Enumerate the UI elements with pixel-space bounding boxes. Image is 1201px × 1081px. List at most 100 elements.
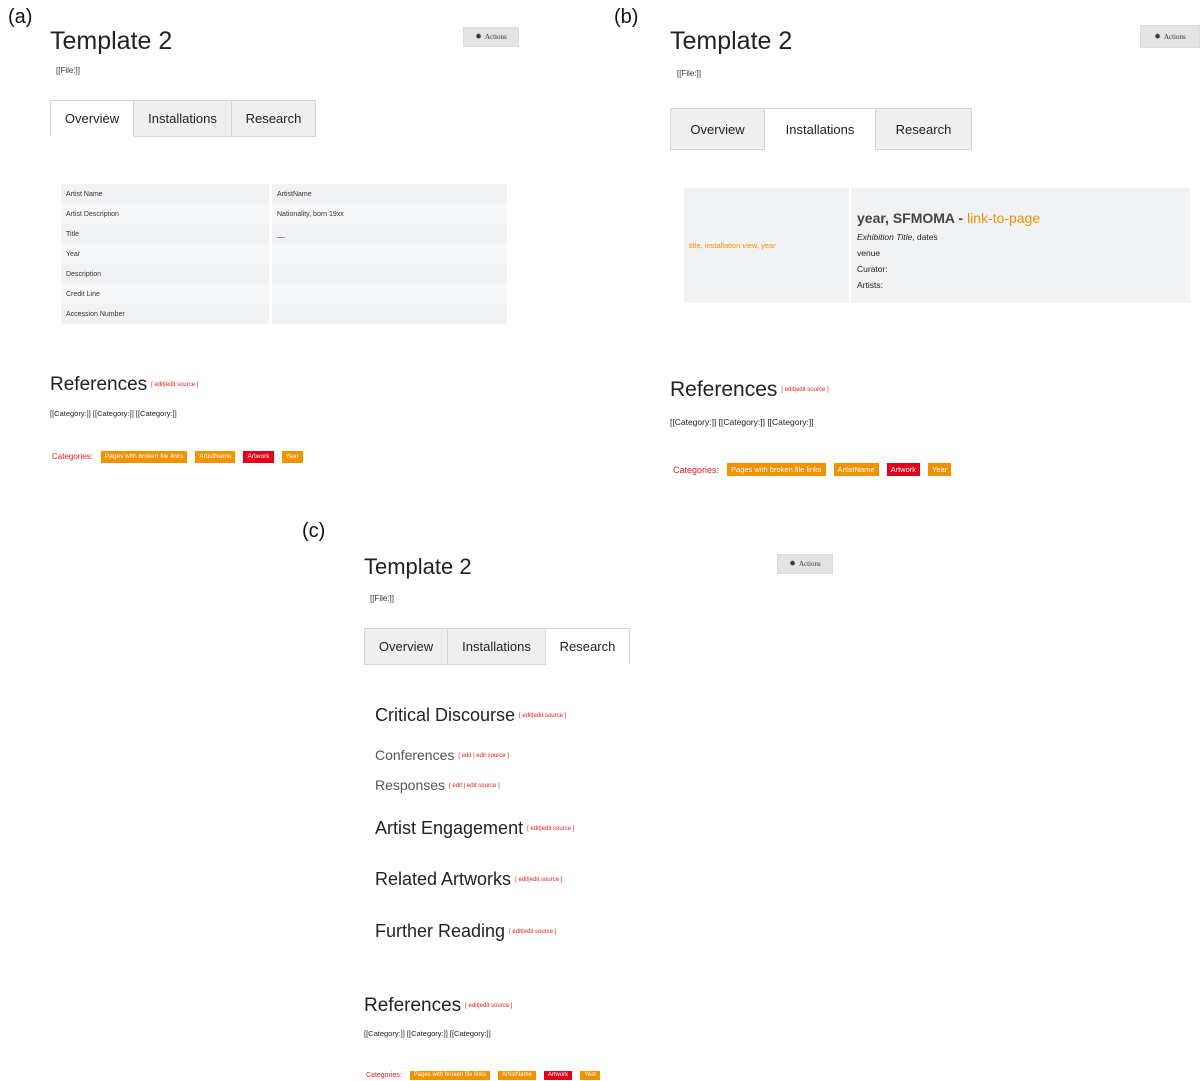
category-badge[interactable]: Artwork [543,1071,573,1081]
actions-label: Actions [1163,32,1186,41]
installation-year-venue: year, SFMOMA [857,210,955,226]
references-heading: References[ edit|edit source ] [670,378,829,402]
table-row: Credit Line [61,284,507,304]
artists: Artists: [857,280,883,290]
edit-source-link[interactable]: [ edit|edit source ] [465,1003,512,1009]
category-references: [[Category:]] [[Category:]] [[Category:]… [50,409,177,418]
gear-icon: ✹ [789,559,796,568]
category-badge[interactable]: Year [928,463,952,476]
file-reference[interactable]: [[File:]] [56,66,80,75]
gear-icon: ✹ [475,32,482,41]
categories-bar: Categories: Pages with broken file links… [366,1071,601,1081]
category-badge[interactable]: Pages with broken file links [100,451,188,463]
actions-button[interactable]: ✹ Actions [1140,25,1200,48]
installation-image-caption[interactable]: title, installation view, year [684,188,849,303]
page-title: Template 2 [670,27,793,55]
edit-source-link[interactable]: [ edit|edit source ] [781,387,828,393]
page-title: Template 2 [50,27,173,55]
actions-label: Actions [484,33,507,41]
category-badge[interactable]: Year [281,451,303,463]
tab-installations[interactable]: Installations [448,628,546,665]
exhibition-dates: , dates [912,232,938,242]
actions-button[interactable]: ✹ Actions [463,27,519,47]
tab-overview[interactable]: Overview [364,628,448,665]
property-key: Artist Description [66,210,119,218]
property-value [269,244,507,264]
tab-overview[interactable]: Overview [50,100,134,137]
exhibition-title: Exhibition Title [857,232,913,242]
property-value[interactable]: ArtistName [269,184,507,204]
heading-separator: - [954,210,967,226]
references-title: References [670,378,778,401]
table-row: Artist Name ArtistName [61,184,507,204]
actions-button[interactable]: ✹ Actions [777,554,833,574]
edit-source-link[interactable]: [ edit|edit source ] [519,713,566,719]
table-row: Artist Description Nationality, born 19x… [61,204,507,224]
categories-label: Categories: [52,452,93,462]
references-heading: References[ edit|edit source ] [50,374,198,396]
panel-label-c: (c) [302,520,326,542]
gear-icon: ✹ [1154,31,1161,41]
category-badge[interactable]: Year [580,1071,601,1081]
category-badge[interactable]: Artwork [886,463,921,476]
categories-bar: Categories: Pages with broken file links… [52,451,303,463]
tab-bar: Overview Installations Research [50,100,316,137]
link-to-page[interactable]: link-to-page [967,210,1040,226]
section-title: Artist Engagement [375,818,524,838]
categories-bar: Categories: Pages with broken file links… [673,463,952,476]
property-key: Year [66,250,81,258]
category-badge[interactable]: Artwork [243,451,274,463]
tab-research[interactable]: Research [546,628,630,665]
section-artist-engagement: Artist Engagement[ edit|edit source ] [375,818,574,839]
section-title: Conferences [375,747,455,763]
section-title: Related Artworks [375,869,512,889]
category-badge[interactable]: Pages with broken file links [409,1071,491,1081]
edit-source-link[interactable]: [ edit|edit source ] [151,382,198,388]
tab-overview[interactable]: Overview [670,108,765,150]
edit-source-link[interactable]: [ edit|edit source ] [515,877,562,883]
installation-entry: title, installation view, year year, SFM… [684,188,1190,303]
table-row: Year [61,244,507,264]
category-references: [[Category:]] [[Category:]] [[Category:]… [364,1029,491,1038]
edit-source-link[interactable]: [ edit | edit source ] [458,753,509,759]
category-references: [[Category:]] [[Category:]] [[Category:]… [670,417,814,427]
installation-details: year, SFMOMA - link-to-page Exhibition T… [849,188,1190,303]
table-row: Title __ [61,224,507,244]
category-badge[interactable]: Pages with broken file links [727,463,826,476]
file-reference[interactable]: [[File:]] [677,69,701,78]
property-value [269,304,507,324]
tab-research[interactable]: Research [232,100,316,137]
property-key: Accession Number [66,310,125,318]
references-title: References [50,374,148,395]
section-title: Responses [375,777,446,793]
category-badge[interactable]: ArtistName [833,463,879,476]
properties-table: Artist Name ArtistName Artist Descriptio… [61,184,507,324]
categories-label: Categories: [366,1072,402,1080]
section-title: Further Reading [375,921,506,941]
venue: venue [857,248,881,258]
panel-label-b: (b) [614,6,639,28]
section-responses: Responses[ edit | edit source ] [375,777,500,793]
actions-label: Actions [798,560,821,568]
installation-heading: year, SFMOMA - link-to-page [857,210,1190,226]
curator: Curator: [857,264,888,274]
section-title: Critical Discourse [375,705,516,725]
category-badge[interactable]: ArtistName [498,1071,536,1081]
tab-installations[interactable]: Installations [134,100,232,137]
section-conferences: Conferences[ edit | edit source ] [375,747,509,763]
edit-source-link[interactable]: [ edit|edit source ] [509,929,556,935]
tab-research[interactable]: Research [876,108,972,150]
categories-label: Categories: [673,464,720,475]
section-critical-discourse: Critical Discourse[ edit|edit source ] [375,705,566,726]
property-value: Nationality, born 19xx [269,204,507,224]
references-heading: References[ edit|edit source ] [364,995,512,1017]
edit-source-link[interactable]: [ edit | edit source ] [449,783,500,789]
property-value [269,264,507,284]
edit-source-link[interactable]: [ edit|edit source ] [527,826,574,832]
references-title: References [364,995,462,1016]
category-badge[interactable]: ArtistName [195,451,236,463]
file-reference[interactable]: [[File:]] [370,594,394,603]
tab-installations[interactable]: Installations [765,108,876,150]
panel-label-a: (a) [8,6,33,28]
property-value: __ [269,224,507,244]
